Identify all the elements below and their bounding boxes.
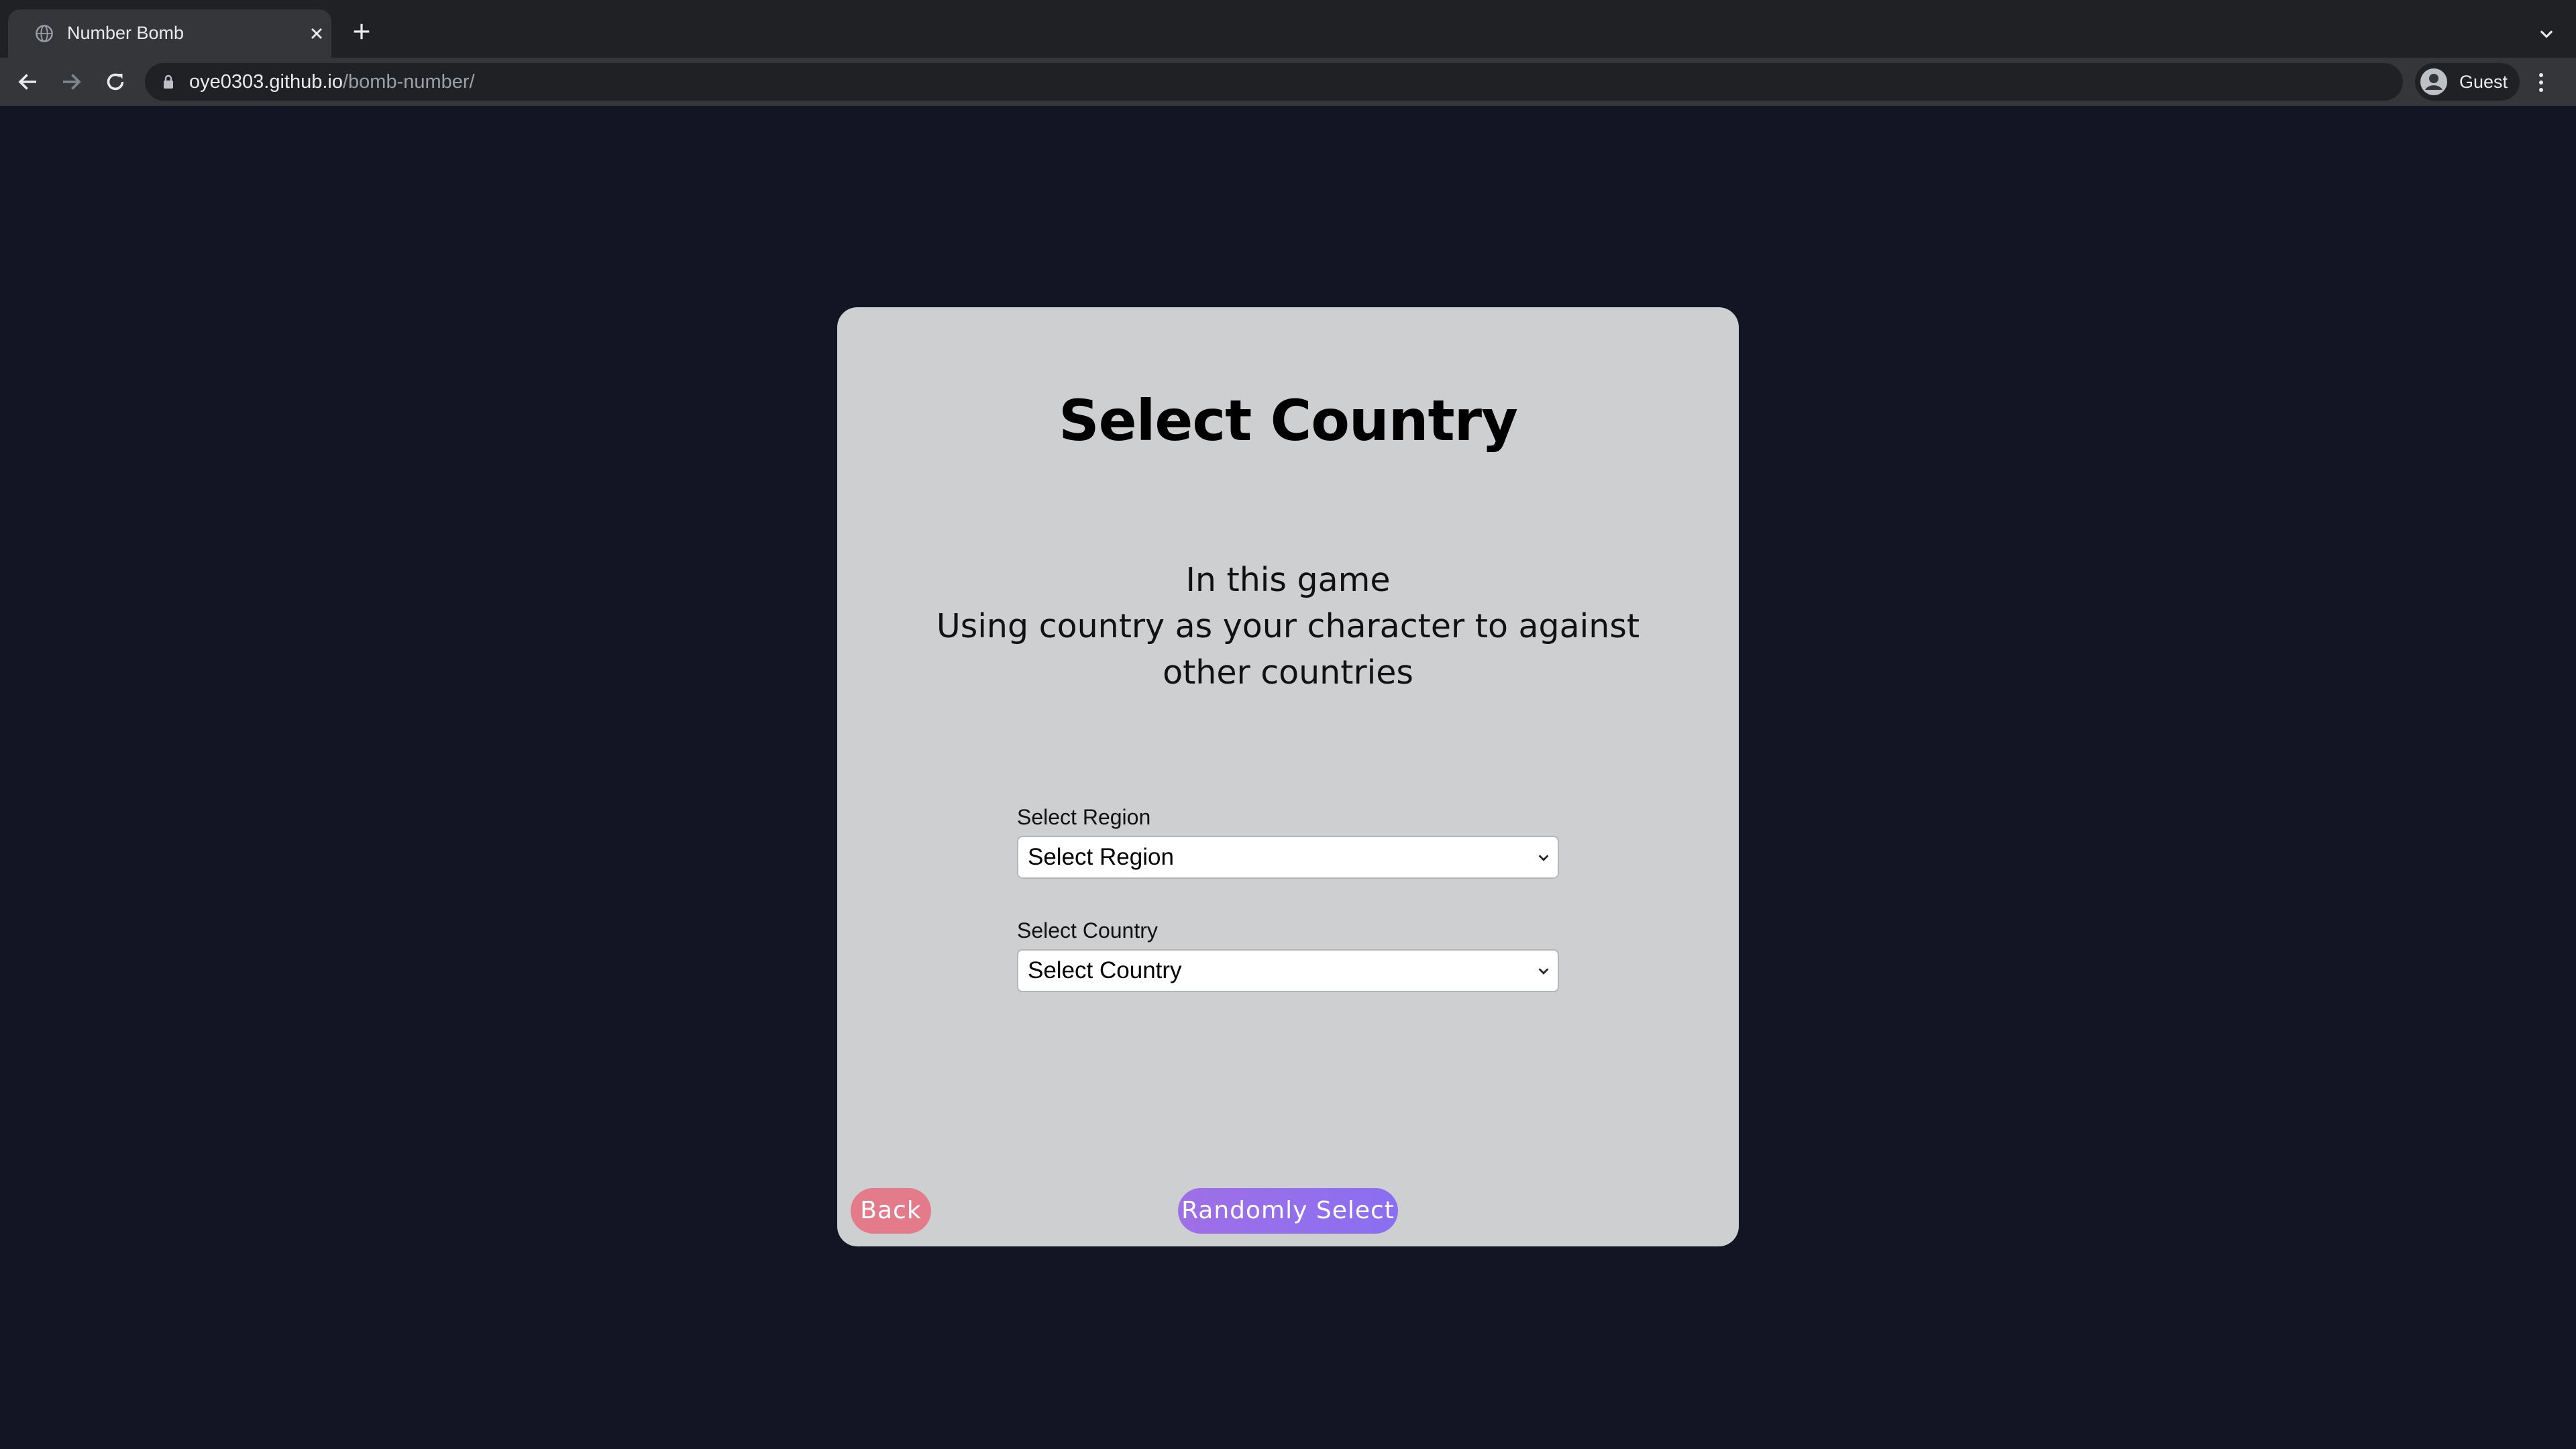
- randomly-select-button[interactable]: Randomly Select: [1178, 1188, 1398, 1234]
- profile-label: Guest: [2459, 72, 2508, 92]
- browser-tab[interactable]: Number Bomb: [8, 9, 331, 58]
- reload-icon[interactable]: [103, 70, 127, 94]
- region-select-value: Select Region: [1028, 844, 1174, 870]
- back-arrow-icon[interactable]: [16, 70, 40, 94]
- region-label: Select Region: [1017, 805, 1151, 829]
- globe-icon: [36, 25, 53, 42]
- chevron-down-icon[interactable]: [2537, 24, 2556, 43]
- chevron-down-icon: [1538, 968, 1549, 975]
- url-host: oye0303.github.io: [189, 71, 343, 93]
- browser-toolbar: oye0303.github.io/bomb-number/ Guest: [0, 58, 2576, 106]
- country-label: Select Country: [1017, 918, 1158, 943]
- profile-button[interactable]: Guest: [2415, 63, 2520, 101]
- url-text: oye0303.github.io/bomb-number/: [189, 71, 475, 93]
- country-select[interactable]: Select Country: [1017, 949, 1559, 992]
- country-select-value: Select Country: [1028, 957, 1182, 983]
- tab-title: Number Bomb: [67, 23, 184, 43]
- description-line-2: Using country as your character to again…: [936, 607, 1640, 692]
- url-path: /bomb-number/: [342, 71, 475, 93]
- more-menu-icon[interactable]: [2534, 71, 2548, 94]
- region-select[interactable]: Select Region: [1017, 836, 1559, 879]
- forward-arrow-icon[interactable]: [59, 70, 83, 94]
- address-bar[interactable]: oye0303.github.io/bomb-number/: [145, 63, 2403, 101]
- new-tab-icon[interactable]: [352, 21, 372, 42]
- back-button[interactable]: Back: [851, 1188, 931, 1234]
- game-description: In this game Using country as your chara…: [904, 557, 1672, 696]
- lock-icon: [164, 74, 173, 89]
- chevron-down-icon: [1538, 855, 1549, 861]
- avatar-icon: [2420, 68, 2447, 95]
- page-title: Select Country: [1059, 388, 1518, 453]
- close-icon[interactable]: [307, 24, 326, 43]
- description-line-1: In this game: [1185, 561, 1391, 599]
- browser-tab-bar: Number Bomb: [0, 0, 2576, 58]
- select-country-card: Select Country In this game Using countr…: [837, 307, 1739, 1246]
